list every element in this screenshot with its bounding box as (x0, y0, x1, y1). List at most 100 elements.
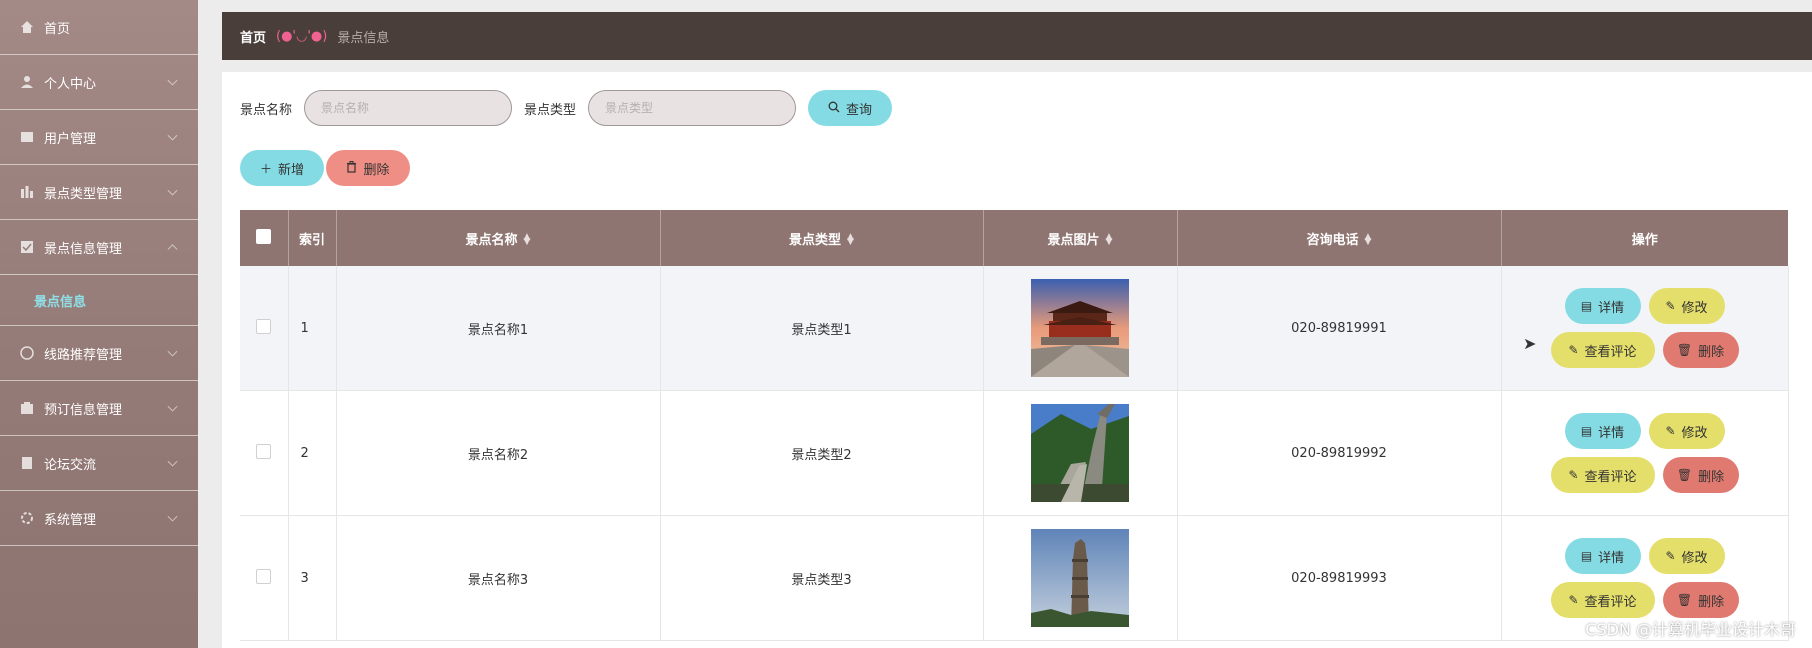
column-header-name[interactable]: 景点名称 ▲ ▼ (336, 210, 661, 266)
view-comments-button-label: 查看评论 (1584, 594, 1637, 610)
query-button[interactable]: 查询 (808, 90, 893, 126)
edit-button-label: 修改 (1681, 300, 1708, 316)
sidebar-item-forum[interactable]: 论坛交流 (0, 436, 198, 491)
row-index: 2 (288, 390, 337, 516)
view-comments-button[interactable]: ✎ 查看评论 (1550, 457, 1655, 493)
batch-delete-button-label: 删除 (363, 162, 390, 178)
add-button[interactable]: ＋ 新增 (240, 150, 324, 186)
edit-button-label: 修改 (1681, 550, 1708, 566)
pencil-icon: ✎ (1568, 468, 1579, 482)
sort-icon[interactable]: ▲ ▼ (524, 233, 531, 247)
users-icon (20, 130, 34, 144)
column-header-label: 景点图片 (1047, 232, 1100, 248)
order-icon (20, 401, 34, 415)
row-checkbox[interactable] (256, 568, 272, 584)
spot-name-label: 景点名称 (240, 102, 293, 118)
breadcrumb-current: 景点信息 (337, 30, 390, 46)
row-spot-type: 景点类型2 (660, 390, 984, 516)
sidebar-item-label: 线路推荐管理 (44, 347, 123, 363)
query-button-label: 查询 (846, 102, 873, 118)
settings-icon (20, 511, 34, 525)
watermark: CSDN @计算机毕业设计木哥 (1585, 620, 1796, 639)
forum-icon (20, 456, 34, 470)
sidebar-item-spot-info[interactable]: 景点信息管理 (0, 220, 198, 275)
chevron-up-icon (167, 244, 178, 255)
sidebar-item-routes[interactable]: 线路推荐管理 (0, 326, 198, 381)
great-wall-photo[interactable] (1031, 404, 1129, 502)
sidebar-item-users[interactable]: 用户管理 (0, 110, 198, 165)
sidebar-subitem-spot-info[interactable]: 景点信息 (0, 275, 198, 326)
view-comments-button[interactable]: ✎ 查看评论 (1550, 332, 1655, 368)
row-index: 1 (288, 266, 337, 391)
plus-icon: ＋ (259, 161, 272, 176)
trash-icon: 🗑 (1676, 343, 1693, 357)
trash-icon: 🗑 (1676, 468, 1693, 482)
column-header-phone[interactable]: 咨询电话 ▲ ▼ (1177, 210, 1502, 266)
sidebar-item-profile[interactable]: 个人中心 (0, 55, 198, 110)
sort-icon[interactable]: ▲ ▼ (847, 233, 854, 247)
content-panel: 景点名称 景点类型 查询 ＋ 新增 删除 (222, 72, 1812, 648)
sidebar-item-label: 景点类型管理 (44, 186, 123, 202)
search-icon (828, 101, 840, 116)
row-select-cell (240, 515, 289, 641)
action-bar: ＋ 新增 删除 (240, 150, 410, 186)
chevron-down-icon (167, 185, 178, 196)
edit-button[interactable]: ✎ 修改 (1648, 538, 1725, 574)
detail-button[interactable]: ▤ 详情 (1564, 538, 1641, 574)
add-button-label: 新增 (278, 162, 305, 178)
column-header-type[interactable]: 景点类型 ▲ ▼ (660, 210, 984, 266)
chevron-down-icon (167, 511, 178, 522)
row-phone: 020-89819993 (1177, 515, 1502, 641)
row-checkbox[interactable] (256, 443, 272, 459)
delete-button[interactable]: 🗑 删除 (1662, 332, 1739, 368)
data-table: 索引 景点名称 ▲ ▼ 景点类型 ▲ ▼ 景点图片 ▲ ▼ 咨询电话 ▲ ▼ 操作 1 景点名称… (240, 210, 1789, 641)
detail-button-label: 详情 (1598, 425, 1625, 441)
spot-type-input[interactable] (588, 90, 797, 126)
sidebar-item-system[interactable]: 系统管理 (0, 491, 198, 546)
sort-icon[interactable]: ▲ ▼ (1365, 233, 1372, 247)
trash-icon (346, 160, 357, 176)
select-all-checkbox[interactable] (256, 228, 272, 244)
edit-button[interactable]: ✎ 修改 (1648, 413, 1725, 449)
batch-delete-button[interactable]: 删除 (326, 150, 410, 186)
breadcrumb-home[interactable]: 首页 (240, 27, 266, 46)
column-header-ops: 操作 (1501, 210, 1788, 266)
pencil-icon: ✎ (1568, 343, 1579, 357)
sidebar-item-home[interactable]: 首页 (0, 0, 198, 55)
table-header-row: 索引 景点名称 ▲ ▼ 景点类型 ▲ ▼ 景点图片 ▲ ▼ 咨询电话 ▲ ▼ 操作 (240, 210, 1788, 266)
edit-button[interactable]: ✎ 修改 (1648, 288, 1725, 324)
row-checkbox[interactable] (256, 318, 272, 334)
pencil-icon: ✎ (1665, 424, 1676, 438)
view-comments-button-label: 查看评论 (1584, 344, 1637, 360)
sidebar-item-spot-types[interactable]: 景点类型管理 (0, 165, 198, 220)
column-header-label: 咨询电话 (1306, 232, 1359, 248)
list-icon (20, 240, 34, 254)
chevron-down-icon (167, 456, 178, 467)
detail-button[interactable]: ▤ 详情 (1564, 288, 1641, 324)
breadcrumb-separator: (●'◡'●) (276, 28, 328, 44)
spot-name-input[interactable] (304, 90, 513, 126)
pagoda-photo[interactable] (1031, 529, 1129, 627)
table-row: 2 景点名称2 景点类型2 020-89819992 ▤ 详情 ✎ 修改 ✎ 查… (240, 390, 1789, 516)
grid-icon (20, 185, 34, 199)
document-icon: ▤ (1580, 299, 1593, 313)
delete-button[interactable]: 🗑 删除 (1662, 582, 1739, 618)
detail-button[interactable]: ▤ 详情 (1564, 413, 1641, 449)
palace-photo[interactable] (1031, 279, 1129, 377)
column-header-image[interactable]: 景点图片 ▲ ▼ (983, 210, 1178, 266)
view-comments-button[interactable]: ✎ 查看评论 (1550, 582, 1655, 618)
detail-button-label: 详情 (1598, 550, 1625, 566)
row-spot-name: 景点名称1 (336, 266, 661, 391)
table-row: 1 景点名称1 景点类型1 020-89819991 ▤ 详情 ✎ 修改 ✎ 查… (240, 266, 1789, 391)
delete-button[interactable]: 🗑 删除 (1662, 457, 1739, 493)
sort-icon[interactable]: ▲ ▼ (1106, 233, 1113, 247)
sidebar-item-bookings[interactable]: 预订信息管理 (0, 381, 198, 436)
column-header-label: 索引 (298, 232, 325, 248)
sidebar-item-label: 景点信息管理 (44, 241, 123, 257)
row-select-cell (240, 266, 289, 391)
sidebar: 首页 个人中心 用户管理 景点类型管理 景点信息管理 景点信息 线路推荐管理 预… (0, 0, 198, 648)
table-row: 3 景点名称3 景点类型3 020-89819993 ▤ 详情 ✎ 修改 ✎ 查… (240, 515, 1789, 641)
row-spot-image-cell (983, 390, 1178, 516)
row-spot-type: 景点类型1 (660, 266, 984, 391)
home-icon (20, 20, 34, 34)
